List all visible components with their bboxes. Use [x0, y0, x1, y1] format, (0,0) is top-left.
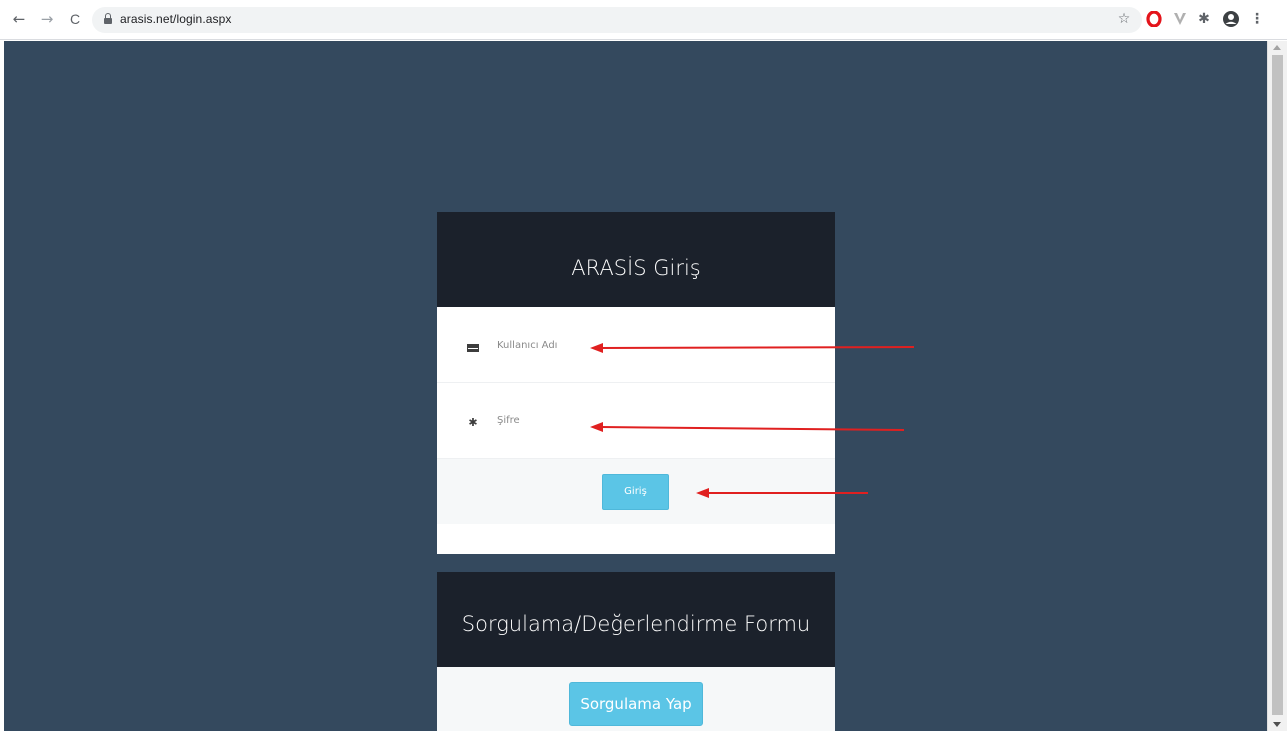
puzzle-icon[interactable]: ✱	[1195, 8, 1213, 30]
url-text[interactable]: arasis.net/login.aspx	[120, 12, 232, 26]
star-icon[interactable]: ☆	[1115, 8, 1133, 30]
lock-icon	[104, 13, 112, 24]
query-card: Sorgulama/Değerlendirme Formu Sorgulama …	[437, 572, 835, 731]
menu-icon[interactable]: ⋮	[1250, 8, 1264, 30]
login-footer: Giriş	[437, 459, 835, 524]
back-arrow-icon[interactable]: ←	[8, 8, 30, 30]
profile-icon[interactable]	[1220, 8, 1242, 30]
login-title: ARASİS Giriş	[437, 212, 835, 307]
login-button[interactable]: Giriş	[602, 474, 669, 510]
query-title: Sorgulama/Değerlendirme Formu	[437, 572, 835, 667]
scroll-thumb[interactable]	[1272, 55, 1283, 715]
password-row: ✱	[437, 383, 835, 459]
scroll-up-arrow-icon[interactable]	[1273, 45, 1281, 50]
login-card: ARASİS Giriş ✱ Giriş	[437, 212, 835, 554]
reload-icon[interactable]: C	[64, 8, 86, 30]
query-button[interactable]: Sorgulama Yap	[569, 682, 703, 726]
vpn-icon[interactable]	[1171, 8, 1189, 30]
page-viewport: ARASİS Giriş ✱ Giriş Sorgulama/Değerlend…	[4, 41, 1267, 731]
address-bar[interactable]: arasis.net/login.aspx	[92, 7, 1142, 33]
forward-arrow-icon[interactable]: →	[36, 8, 58, 30]
asterisk-icon: ✱	[468, 416, 478, 429]
password-input[interactable]	[497, 409, 797, 431]
opera-icon[interactable]	[1145, 8, 1163, 30]
scroll-down-arrow-icon[interactable]	[1273, 722, 1281, 727]
envelope-icon	[467, 344, 479, 352]
username-input[interactable]	[497, 334, 797, 356]
browser-toolbar: ← → C arasis.net/login.aspx ☆ ✱ ⋮	[0, 0, 1287, 40]
page-scrollbar[interactable]	[1267, 41, 1287, 731]
username-row	[437, 307, 835, 383]
